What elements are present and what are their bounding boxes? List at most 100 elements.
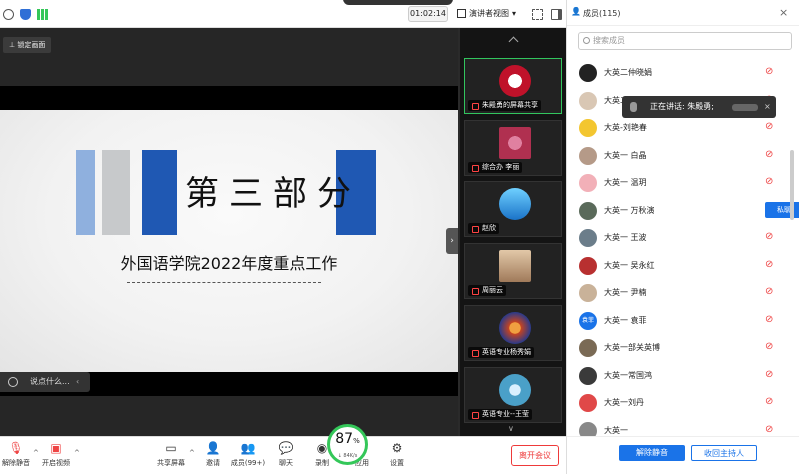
chat-button[interactable]: 💬 聊天	[266, 441, 306, 468]
video-tile[interactable]: 周丽云	[464, 243, 562, 299]
participant-avatar	[499, 250, 531, 282]
scroll-up-icon[interactable]	[508, 36, 519, 47]
list-item[interactable]: 大英一 白晶 ⊘	[577, 145, 787, 167]
list-item[interactable]: 袁菲 大英一 袁菲 ⊘	[577, 310, 787, 332]
unmute-button[interactable]: 🎙 解除静音	[0, 441, 36, 468]
list-item[interactable]: 大英二仲晓娟 ⊘	[577, 62, 787, 84]
participant-avatar	[499, 127, 531, 159]
search-placeholder: 搜索成员	[593, 36, 625, 45]
video-tile[interactable]: 英语专业--王莹	[464, 367, 562, 423]
video-tile[interactable]: 赵欣	[464, 181, 562, 237]
member-name: 大英一 王波	[604, 233, 647, 242]
speaking-label: 正在讲话: 朱殿勇;	[650, 102, 714, 111]
list-item[interactable]: 大英一 温玥 ⊘	[577, 172, 787, 194]
list-item[interactable]: 大英-刘艳春 ⊘	[577, 117, 787, 139]
collapse-gallery-button[interactable]: ›	[446, 228, 458, 254]
mic-muted-icon[interactable]: ⊘	[765, 424, 777, 436]
scroll-down-icon[interactable]: ∨	[508, 424, 514, 433]
video-tile[interactable]: 综合办 李丽	[464, 120, 562, 176]
mic-muted-icon[interactable]: ⊘	[765, 121, 777, 133]
list-item[interactable]: 大英一刘丹 ⊘	[577, 392, 787, 414]
slide-divider	[127, 282, 321, 283]
video-options-caret[interactable]: ^	[74, 449, 80, 457]
member-name: 大英一刘丹	[604, 398, 644, 407]
members-panel-title: 成员(115)	[583, 9, 621, 18]
mic-muted-icon[interactable]: ⊘	[765, 314, 777, 326]
participant-name: 赵欣	[468, 223, 499, 234]
unmute-all-button[interactable]: 解除静音	[619, 445, 685, 461]
member-list-scrollbar[interactable]	[790, 150, 794, 220]
members-panel-footer: 解除静音 收回主持人	[567, 436, 799, 474]
list-item[interactable]: 大英一 王波 ⊘	[577, 227, 787, 249]
member-name: 大英二仲晓娟	[604, 68, 652, 77]
fullscreen-icon[interactable]	[532, 9, 543, 20]
mic-muted-icon[interactable]: ⊘	[765, 286, 777, 298]
lock-screen-button[interactable]: ⊥ 锁定画面	[3, 37, 52, 53]
sharing-title-tab[interactable]	[343, 0, 453, 5]
avatar	[579, 174, 597, 192]
list-item[interactable]: 大英一 尹楠 ⊘	[577, 282, 787, 304]
participant-avatar	[499, 374, 531, 406]
emoji-icon[interactable]	[8, 377, 18, 387]
network-speed-indicator: 87% ↓ 84K/s	[327, 424, 368, 465]
avatar: 袁菲	[579, 311, 597, 330]
avatar	[579, 64, 597, 82]
share-screen-button[interactable]: ▭ 共享屏幕	[151, 441, 191, 468]
mic-muted-icon[interactable]: ⊘	[765, 396, 777, 408]
mic-muted-icon[interactable]: ⊘	[765, 149, 777, 161]
lock-label: 锁定画面	[17, 41, 46, 49]
avatar	[579, 201, 597, 220]
mic-muted-icon: 🎙	[8, 441, 24, 455]
mic-muted-icon[interactable]: ⊘	[765, 66, 777, 78]
invite-button[interactable]: 👤 邀请	[193, 441, 233, 468]
mic-muted-icon[interactable]: ⊘	[765, 176, 777, 188]
list-item[interactable]: 大英一 万秋演 私聊	[577, 200, 799, 222]
speed-percent: 87	[335, 431, 354, 447]
member-name: 大英一	[604, 425, 628, 435]
list-item[interactable]: 大英一部关英博 ⊘	[577, 337, 787, 359]
chat-input-bar[interactable]: 说点什么... ‹	[0, 372, 90, 392]
invite-label: 邀请	[206, 459, 220, 467]
members-icon: 👥	[240, 441, 256, 455]
add-user-icon: 👤	[205, 441, 221, 455]
speaker-view-button[interactable]: 演讲者视图 ▾	[457, 8, 516, 19]
mic-muted-icon[interactable]: ⊘	[765, 369, 777, 381]
share-label: 共享屏幕	[157, 459, 185, 467]
letterbox-top	[0, 86, 458, 110]
mic-muted-icon[interactable]: ⊘	[765, 259, 777, 271]
layout-icon[interactable]	[551, 9, 562, 20]
member-name: 大英一 尹楠	[604, 288, 647, 297]
member-search-input[interactable]: 搜索成员	[578, 32, 792, 50]
mic-muted-icon[interactable]: ⊘	[765, 341, 777, 353]
meeting-timer: 01:02:14	[408, 6, 448, 22]
chat-placeholder: 说点什么...	[30, 377, 70, 386]
participant-name: 英语专业--王莹	[468, 409, 533, 420]
member-name: 大英一 白晶	[604, 150, 647, 160]
participant-name: 周丽云	[468, 285, 506, 296]
member-name: 大英一部关英博	[604, 343, 660, 352]
speaking-toast: 正在讲话: 朱殿勇; ×	[622, 96, 776, 118]
avatar	[579, 284, 597, 302]
gear-icon: ⚙	[391, 441, 403, 455]
members-icon: 👤	[571, 7, 581, 16]
collapse-chat-icon[interactable]: ‹	[76, 372, 79, 392]
video-tile[interactable]: 朱殿勇的屏幕共享	[464, 58, 562, 114]
list-item[interactable]: 大英一常国鸿 ⊘	[577, 365, 787, 387]
leave-meeting-button[interactable]: 离开会议	[511, 445, 559, 466]
avatar	[579, 146, 597, 165]
video-tile[interactable]: 英语专业杨秀娟	[464, 305, 562, 361]
participant-avatar	[499, 312, 531, 344]
settings-button[interactable]: ⚙ 设置	[377, 441, 417, 468]
close-icon[interactable]: ×	[764, 96, 771, 118]
info-icon[interactable]	[3, 9, 14, 20]
start-video-button[interactable]: ▣ 开启视频	[36, 441, 76, 468]
members-panel-header: 👤 成员(115) ×	[567, 0, 799, 26]
avatar	[579, 256, 597, 275]
close-icon[interactable]: ×	[779, 6, 788, 19]
slide-bar-blue	[142, 150, 177, 235]
list-item[interactable]: 大英一 吴永红 ⊘	[577, 255, 787, 277]
shield-icon[interactable]	[20, 9, 31, 20]
members-button[interactable]: 👥 成员(99+)	[228, 441, 268, 468]
reclaim-host-button[interactable]: 收回主持人	[691, 445, 757, 461]
mic-muted-icon[interactable]: ⊘	[765, 231, 777, 243]
